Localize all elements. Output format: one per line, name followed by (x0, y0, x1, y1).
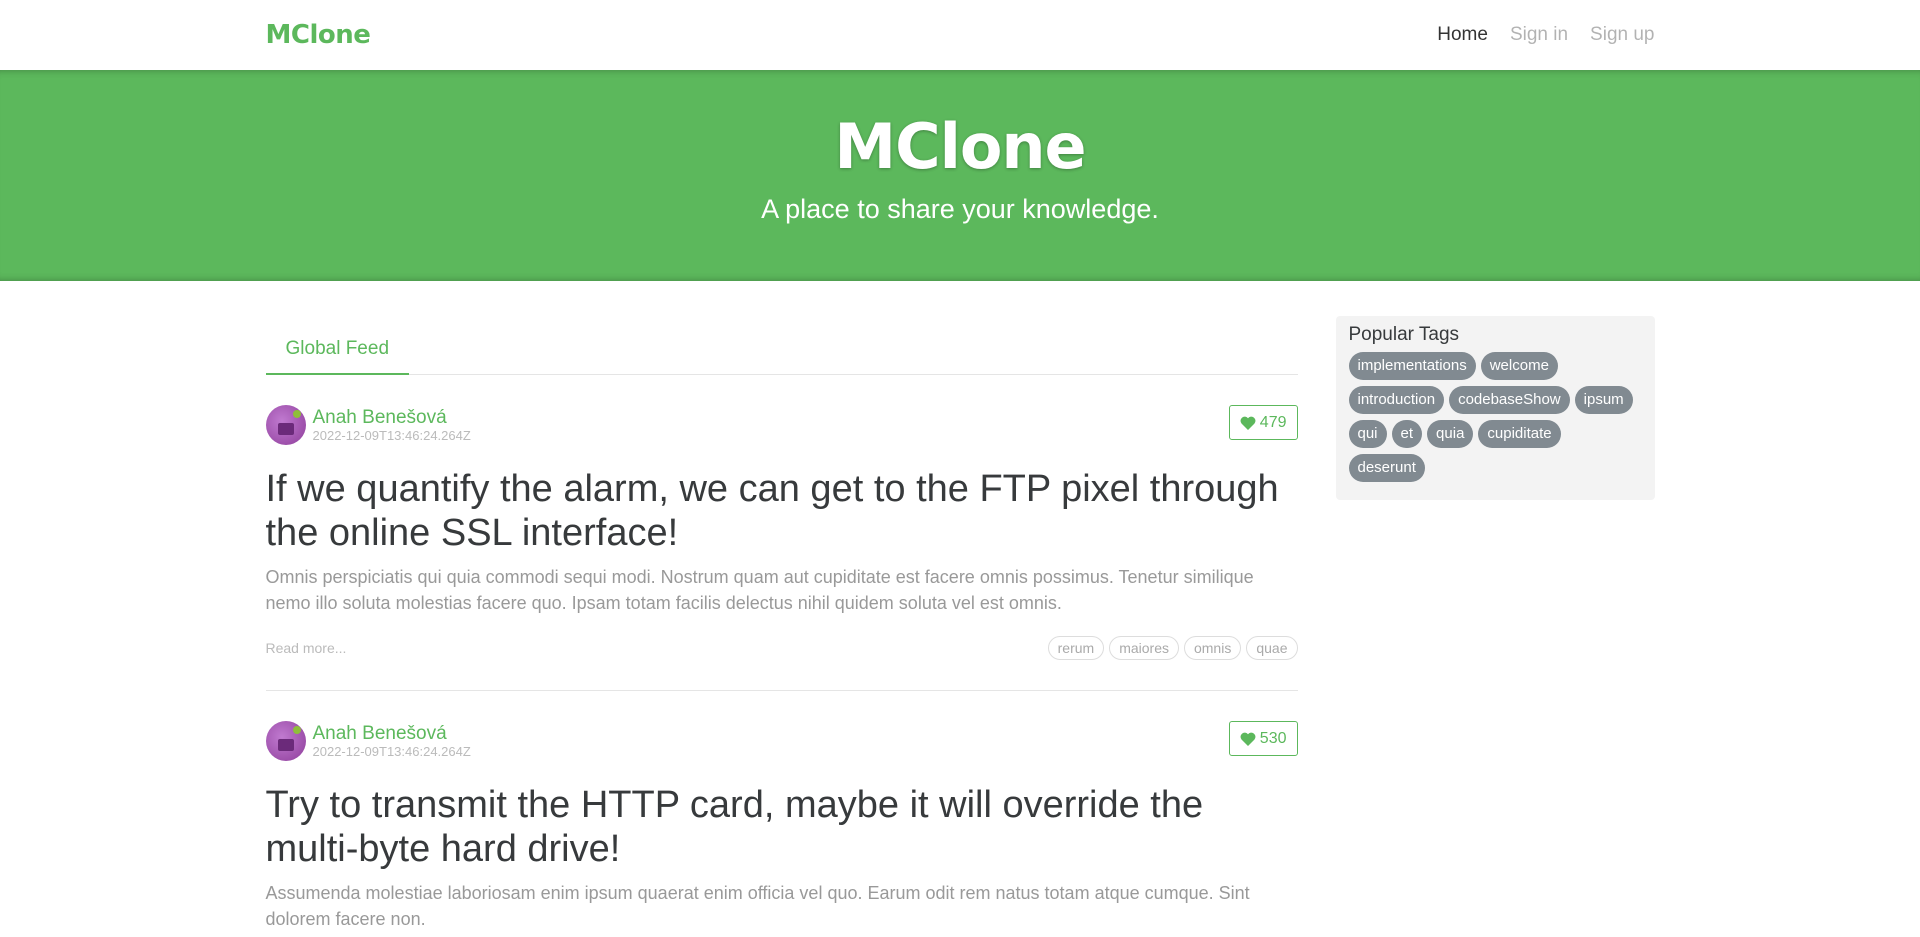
avatar-dot (292, 410, 301, 418)
popular-tag[interactable]: qui (1348, 420, 1387, 448)
banner-subtitle: A place to share your knowledge. (761, 194, 1159, 224)
favorite-count: 479 (1259, 413, 1287, 431)
popular-tag[interactable]: et (1391, 420, 1423, 448)
article-tag[interactable]: quae (1246, 636, 1298, 660)
article-date: 2022-12-09T13:46:24.264Z (312, 744, 471, 759)
article-preview: Anah Benešová 2022-12-09T13:46:24.264Z 4… (265, 375, 1298, 691)
popular-tag[interactable]: introduction (1348, 386, 1445, 414)
article-tag[interactable]: rerum (1047, 636, 1105, 660)
heart-icon (1240, 416, 1256, 430)
popular-tag[interactable]: welcome (1480, 352, 1558, 380)
avatar[interactable] (265, 405, 306, 445)
popular-tags-panel: Popular Tags implementations welcome int… (1335, 316, 1655, 500)
article-tag[interactable]: maiores (1109, 636, 1179, 660)
author-info: Anah Benešová 2022-12-09T13:46:24.264Z (313, 407, 471, 443)
sidebar-column: Popular Tags implementations welcome int… (1335, 316, 1655, 937)
article-description[interactable]: Assumenda molestiae laboriosam enim ipsu… (266, 880, 1298, 932)
popular-tag[interactable]: deserunt (1348, 454, 1425, 482)
navbar-container: MClone Home Sign in Sign up (266, 0, 1655, 70)
main-column: Global Feed Anah Benešová 2022-12-09T13:… (265, 322, 1298, 937)
nav-links: Home Sign in Sign up (1415, 24, 1654, 46)
avatar-dot (292, 726, 301, 734)
article-meta: Anah Benešová 2022-12-09T13:46:24.264Z 4… (265, 405, 1298, 446)
article-title[interactable]: Try to transmit the HTTP card, maybe it … (266, 783, 1298, 871)
author-wrap: Anah Benešová 2022-12-09T13:46:24.264Z (265, 405, 471, 445)
popular-tag[interactable]: codebaseShow (1449, 386, 1570, 414)
banner: MClone A place to share your knowledge. (0, 70, 1920, 281)
nav-link-home[interactable]: Home (1437, 24, 1488, 46)
article-tag-list: rerum maiores omnis quae (1047, 636, 1298, 660)
favorite-button[interactable]: 530 (1228, 721, 1298, 756)
navbar: MClone Home Sign in Sign up (0, 0, 1920, 70)
popular-tag[interactable]: cupiditate (1478, 420, 1561, 448)
nav-link-sign-in[interactable]: Sign in (1510, 24, 1568, 46)
article-tag[interactable]: omnis (1183, 636, 1242, 660)
banner-title: MClone (834, 110, 1086, 183)
article-footer: Read more... rerum maiores omnis quae (266, 636, 1298, 660)
tab-global-feed[interactable]: Global Feed (265, 338, 410, 375)
feed-toggle: Global Feed (265, 322, 1298, 375)
favorite-button[interactable]: 479 (1228, 405, 1298, 440)
sidebar-title: Popular Tags (1348, 324, 1460, 345)
author-name[interactable]: Anah Benešová (313, 723, 471, 745)
author-wrap: Anah Benešová 2022-12-09T13:46:24.264Z (265, 721, 471, 761)
brand-logo[interactable]: MClone (266, 20, 371, 50)
article-description[interactable]: Omnis perspiciatis qui quia commodi sequ… (266, 564, 1298, 616)
popular-tag[interactable]: quia (1427, 420, 1474, 448)
author-info: Anah Benešová 2022-12-09T13:46:24.264Z (313, 723, 471, 759)
avatar[interactable] (265, 721, 306, 761)
article-date: 2022-12-09T13:46:24.264Z (312, 428, 471, 443)
popular-tags-list: implementations welcome introduction cod… (1348, 352, 1642, 482)
article-meta: Anah Benešová 2022-12-09T13:46:24.264Z 5… (265, 721, 1298, 762)
favorite-count: 530 (1259, 729, 1287, 747)
article-title[interactable]: If we quantify the alarm, we can get to … (266, 467, 1298, 555)
article-preview: Anah Benešová 2022-12-09T13:46:24.264Z 5… (265, 691, 1298, 937)
heart-icon (1240, 732, 1256, 746)
popular-tag[interactable]: implementations (1348, 352, 1476, 380)
nav-link-sign-up[interactable]: Sign up (1590, 24, 1654, 46)
popular-tag[interactable]: ipsum (1574, 386, 1633, 414)
read-more-link[interactable]: Read more... (266, 640, 347, 656)
author-name[interactable]: Anah Benešová (313, 407, 471, 429)
page-body: Global Feed Anah Benešová 2022-12-09T13:… (265, 281, 1655, 937)
